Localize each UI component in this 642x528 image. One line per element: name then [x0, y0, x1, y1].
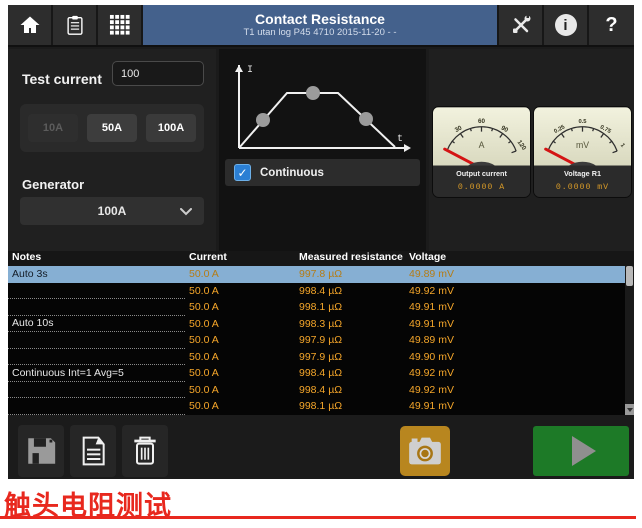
bottom-toolbar [8, 419, 634, 479]
home-icon [18, 13, 42, 37]
tools-icon [509, 13, 533, 37]
home-button[interactable] [8, 5, 53, 45]
test-current-input[interactable] [112, 61, 204, 86]
meter-unit-label: mV [576, 140, 589, 150]
voltage-r1-meter: 0.25 0.5 0.75 1 mV Voltage R1 0.0000 mV [533, 106, 632, 198]
column-header-notes: Notes [8, 251, 185, 266]
graph-x-axis-label: t [397, 134, 403, 145]
start-button[interactable] [533, 426, 629, 476]
title-bar: Contact Resistance T1 utan log P45 4710 … [143, 5, 499, 45]
generator-value: 100A [98, 204, 127, 218]
output-current-meter: 30 60 90 120 A Output current 0.0000 A [432, 106, 531, 198]
preset-group: 10A 50A 100A [20, 104, 204, 152]
document-icon [77, 433, 109, 469]
meter-value: 0.0000 mV [556, 183, 609, 192]
preset-10a-button[interactable]: 10A [28, 114, 78, 142]
snapshot-button[interactable] [400, 426, 450, 476]
info-button[interactable]: i [544, 5, 589, 45]
test-current-panel: Test current 10A 50A 100A Generator 100A [8, 49, 216, 251]
table-row[interactable]: 50.0 A 997.9 µΩ 49.90 mV [8, 349, 625, 366]
chevron-down-icon [180, 208, 192, 216]
help-button[interactable]: ? [589, 5, 634, 45]
column-header-voltage: Voltage [405, 251, 634, 266]
meter-scale-label: 60 [478, 118, 486, 125]
grid-icon [109, 14, 131, 36]
table-row[interactable]: 50.0 A 997.9 µΩ 49.89 mV [8, 332, 625, 349]
trash-icon [129, 433, 161, 469]
table-row[interactable]: 50.0 A 998.1 µΩ 49.91 mV [8, 398, 625, 415]
caption-underline [0, 516, 636, 519]
continuous-checkbox[interactable]: ✓ [234, 164, 251, 181]
apps-menu-button[interactable] [98, 5, 143, 45]
table-scrollbar[interactable] [625, 266, 634, 415]
play-icon [572, 436, 596, 466]
preset-50a-button[interactable]: 50A [87, 114, 137, 142]
ramp-up-handle[interactable] [256, 113, 270, 127]
meters-panel: 30 60 90 120 A Output current 0.0000 A [429, 49, 634, 251]
results-table: Auto 3s 50.0 A 997.8 µΩ 49.89 mV 50.0 A … [8, 266, 625, 415]
app-window: Contact Resistance T1 utan log P45 4710 … [8, 5, 634, 479]
column-header-current: Current [185, 251, 295, 266]
check-icon: ✓ [237, 166, 247, 180]
top-bar-right: i ? [499, 5, 634, 45]
generator-label: Generator [22, 177, 84, 192]
clipboard-icon [64, 13, 86, 37]
current-profile-graph: I t [225, 55, 420, 157]
continuous-label: Continuous [260, 167, 324, 179]
table-row[interactable]: 50.0 A 998.4 µΩ 49.92 mV [8, 283, 625, 300]
table-header: Notes Current Measured resistance Voltag… [8, 251, 634, 266]
column-header-resistance: Measured resistance [295, 251, 405, 266]
preset-100a-button[interactable]: 100A [146, 114, 196, 142]
meter-unit-label: A [479, 140, 485, 150]
meter-name: Voltage R1 [564, 169, 601, 178]
settings-button[interactable] [499, 5, 544, 45]
meter-value: 0.0000 A [458, 183, 505, 192]
scrollbar-down-button[interactable] [625, 404, 634, 415]
page-subtitle: T1 utan log P45 4710 2015-11-20 - - [244, 27, 397, 39]
plateau-handle[interactable] [306, 86, 320, 100]
table-row[interactable]: Auto 3s 50.0 A 997.8 µΩ 49.89 mV [8, 266, 625, 283]
new-session-button[interactable] [70, 425, 116, 477]
help-icon: ? [605, 14, 617, 37]
ramp-down-handle[interactable] [359, 112, 373, 126]
meter-name: Output current [456, 169, 507, 178]
top-bar: Contact Resistance T1 utan log P45 4710 … [8, 5, 634, 47]
table-row[interactable]: Continuous Int=1 Avg=5 50.0 A 998.4 µΩ 4… [8, 365, 625, 382]
save-icon [24, 434, 58, 468]
report-button[interactable] [53, 5, 98, 45]
delete-button[interactable] [122, 425, 168, 477]
graph-y-axis-label: I [247, 65, 253, 76]
table-row[interactable]: 50.0 A 998.1 µΩ 49.91 mV [8, 299, 625, 316]
test-current-label: Test current [22, 71, 102, 87]
page-title: Contact Resistance [255, 11, 385, 27]
current-profile-panel: I t ✓ Continuous [219, 49, 426, 251]
table-row[interactable]: 50.0 A 998.4 µΩ 49.92 mV [8, 382, 625, 399]
table-row[interactable]: Auto 10s 50.0 A 998.3 µΩ 49.91 mV [8, 316, 625, 333]
meter-scale-label: 0.5 [578, 119, 587, 125]
save-button[interactable] [18, 425, 64, 477]
continuous-row: ✓ Continuous [225, 159, 420, 186]
generator-dropdown[interactable]: 100A [20, 197, 204, 225]
scrollbar-thumb[interactable] [626, 266, 633, 286]
info-icon: i [555, 14, 577, 36]
camera-icon [405, 431, 445, 471]
